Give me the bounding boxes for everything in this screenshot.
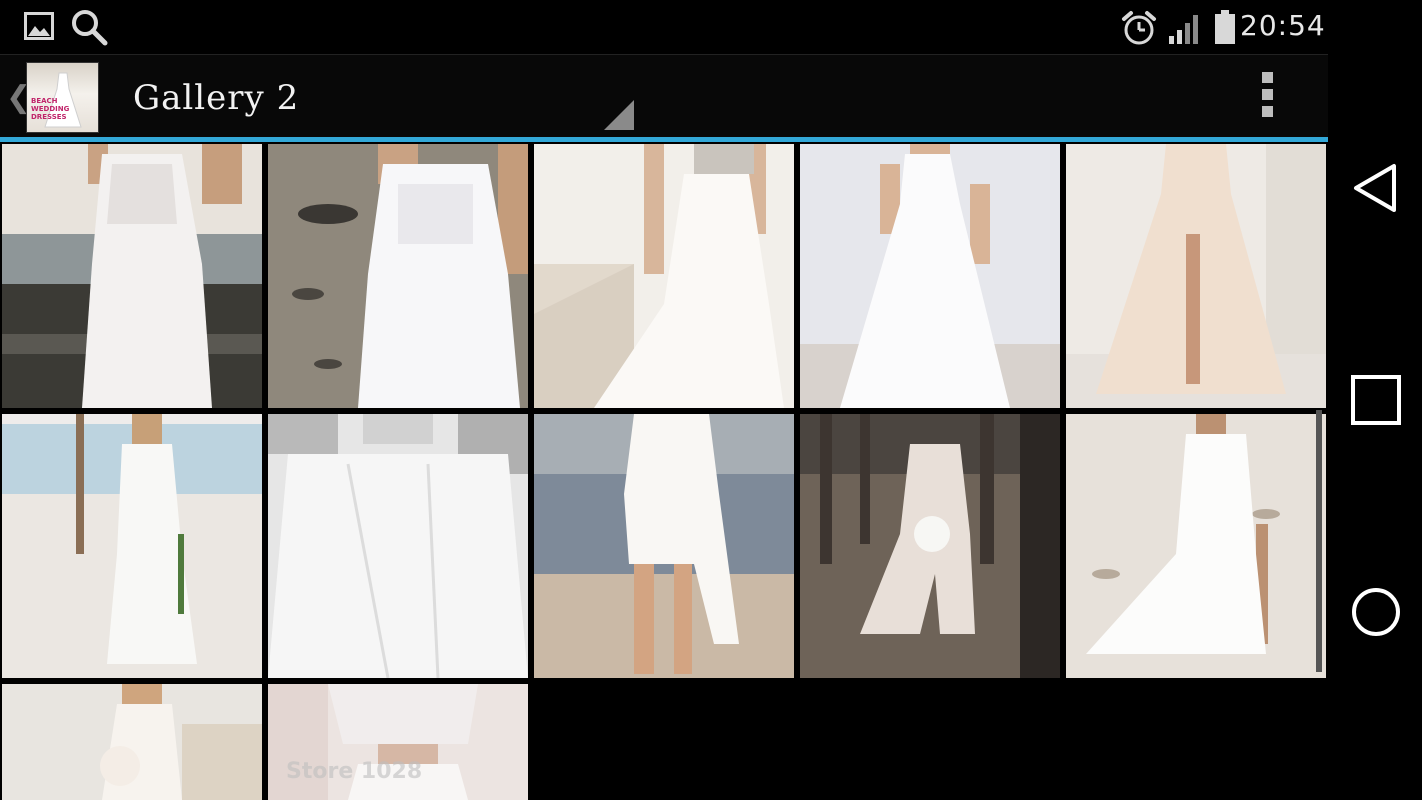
gallery-tile[interactable]	[268, 414, 528, 678]
gallery-tile[interactable]	[268, 144, 528, 408]
gallery-tile[interactable]	[534, 414, 794, 678]
runway-slit-blush-gown-image	[1066, 144, 1326, 408]
navigation-bar	[1328, 0, 1422, 800]
high-low-chiffon-dress-image	[534, 414, 794, 678]
white-room-tulle-gown-image	[800, 144, 1060, 408]
overflow-menu-icon[interactable]	[1256, 72, 1278, 124]
gallery-tile[interactable]	[534, 144, 794, 408]
beach-lace-backless-dress-image	[2, 144, 262, 408]
gallery-tile[interactable]	[2, 144, 262, 408]
battery-icon	[1215, 10, 1235, 44]
tulle-skirt-crop-lace-image	[268, 414, 528, 678]
beach-cap-sleeve-slit-gown-image	[1066, 414, 1326, 678]
forest-sweetheart-lace-gown-image	[800, 414, 1060, 678]
studio-beaded-bodice-gown-image	[534, 144, 794, 408]
gallery-tile[interactable]	[1066, 144, 1326, 408]
search-icon	[72, 10, 108, 46]
status-bar: 20:54	[0, 0, 1328, 55]
home-icon[interactable]	[1348, 584, 1404, 640]
scrollbar-thumb[interactable]	[1316, 410, 1322, 672]
app-logo[interactable]: BEACH WEDDING DRESSES	[26, 62, 99, 133]
gallery-tile[interactable]	[2, 684, 262, 800]
gallery-tile[interactable]	[2, 414, 262, 678]
app-logo-text: BEACH WEDDING DRESSES	[31, 97, 70, 121]
clock-time: 20:54	[1240, 9, 1326, 42]
gallery-tile[interactable]: Store 1028	[268, 684, 528, 800]
image-watermark: Store 1028	[286, 759, 423, 784]
gallery-tile[interactable]	[800, 144, 1060, 408]
recents-icon[interactable]	[1348, 372, 1404, 428]
gallery-grid: Store 1028	[0, 142, 1328, 800]
beach-halter-lace-dress-image	[2, 414, 262, 678]
gallery-tile[interactable]	[1066, 414, 1326, 678]
alarm-icon	[1122, 11, 1156, 45]
spinner-dropdown-icon[interactable]	[604, 100, 634, 130]
sand-backless-lace-dress-image	[268, 144, 528, 408]
back-icon[interactable]	[1348, 160, 1404, 216]
page-title[interactable]: Gallery 2	[133, 78, 299, 118]
beach-halter-bouquet-dress-image	[2, 684, 262, 800]
gallery-tile[interactable]	[800, 414, 1060, 678]
gallery-notification-icon	[24, 12, 54, 40]
signal-icon	[1169, 15, 1198, 44]
